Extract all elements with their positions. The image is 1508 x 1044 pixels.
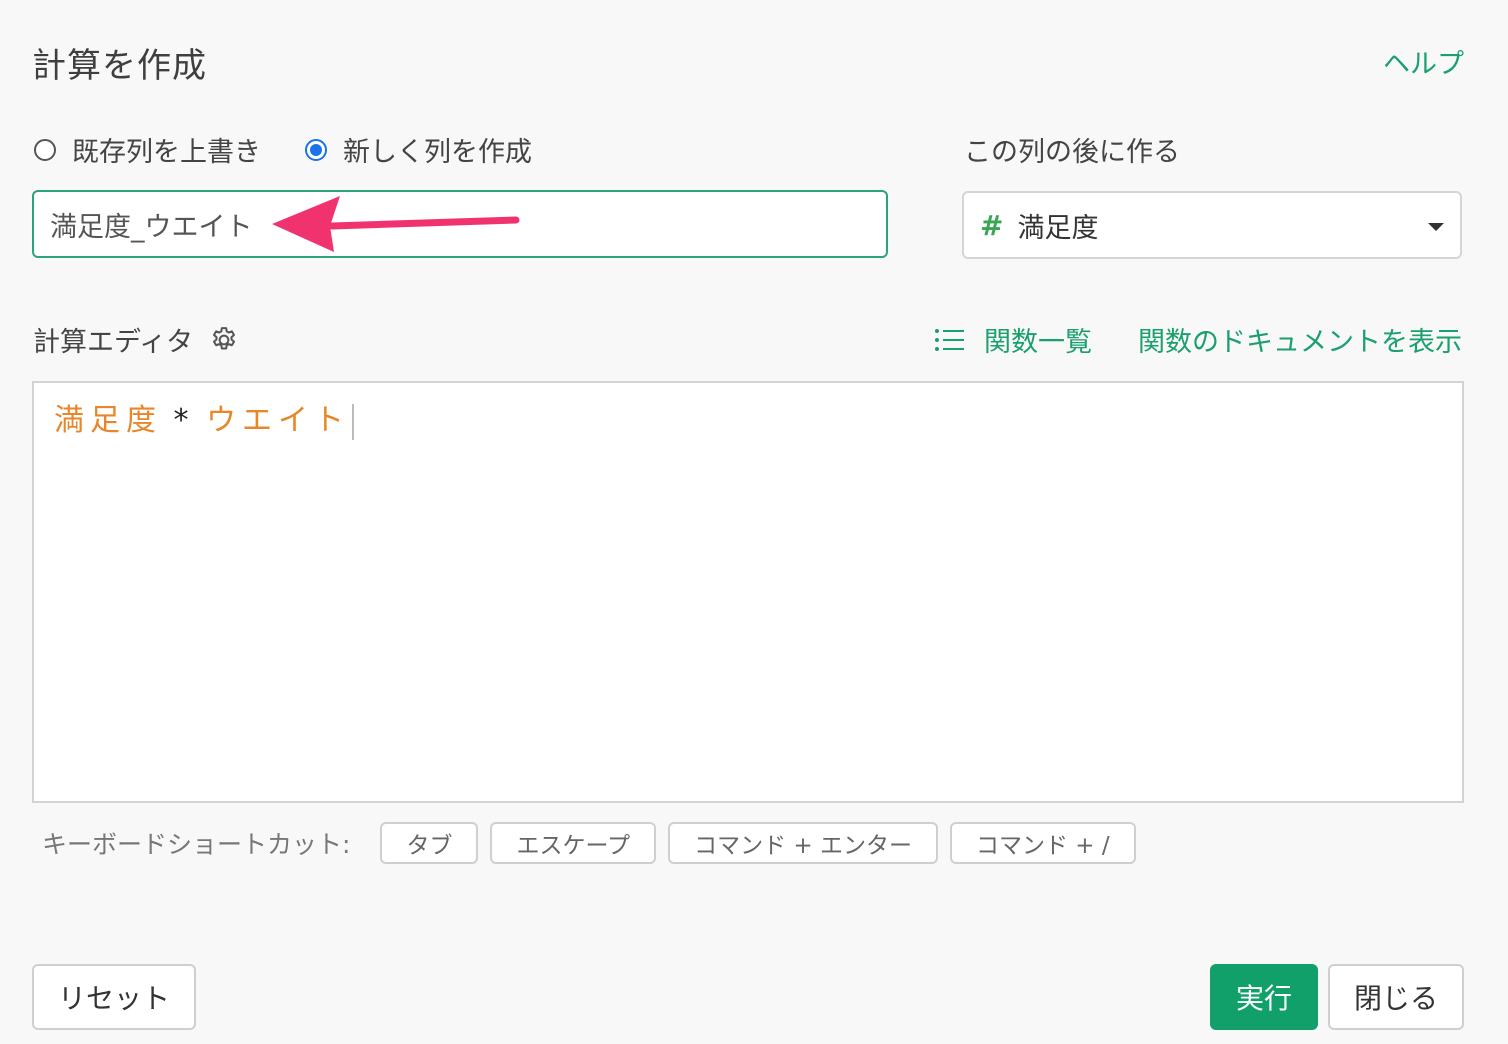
- position-select[interactable]: # 満足度: [962, 191, 1462, 259]
- radio-create-new[interactable]: 新しく列を作成: [305, 130, 532, 169]
- calculation-editor[interactable]: 満足度 * ウエイト: [32, 381, 1464, 803]
- column-token: 満足度: [54, 403, 162, 438]
- shortcut-key-escape: エスケープ: [490, 822, 657, 864]
- shortcuts-label: キーボードショートカット:: [42, 830, 351, 859]
- caret-down-icon: [1428, 223, 1444, 231]
- radio-create-new-label: 新しく列を作成: [343, 137, 532, 168]
- hash-icon: #: [980, 208, 1004, 242]
- close-button[interactable]: 閉じる: [1328, 964, 1464, 1030]
- position-select-value: 満足度: [1017, 212, 1099, 244]
- annotation-arrow-icon: [272, 196, 520, 252]
- run-button[interactable]: 実行: [1210, 964, 1318, 1030]
- function-list-link[interactable]: 関数一覧: [934, 320, 1092, 359]
- radio-create-new-circle[interactable]: [305, 138, 327, 161]
- text-cursor: [352, 403, 355, 440]
- shortcut-key-cmd-slash: コマンド + /: [949, 822, 1136, 864]
- reset-button[interactable]: リセット: [32, 964, 196, 1030]
- function-list-label: 関数一覧: [984, 327, 1092, 358]
- editor-label: 計算エディタ: [33, 327, 194, 358]
- function-docs-link[interactable]: 関数のドキュメントを表示: [1138, 320, 1462, 359]
- shortcut-key-tab: タブ: [380, 822, 479, 864]
- position-label: この列の後に作る: [964, 137, 1180, 168]
- keyboard-shortcuts: キーボードショートカット: タブ エスケープ コマンド + エンター コマンド …: [42, 822, 1148, 864]
- shortcut-key-cmd-enter: コマンド + エンター: [668, 822, 938, 864]
- list-icon: [935, 328, 964, 351]
- radio-overwrite[interactable]: 既存列を上書き: [34, 130, 261, 169]
- gear-icon[interactable]: [209, 325, 239, 355]
- help-link[interactable]: ヘルプ: [1383, 42, 1464, 81]
- radio-overwrite-circle[interactable]: [34, 138, 56, 161]
- editor-header: 計算エディタ: [33, 320, 239, 359]
- operator-token: *: [172, 403, 197, 438]
- dialog-title: 計算を作成: [32, 46, 207, 86]
- mode-radio-group: 既存列を上書き 新しく列を作成: [34, 130, 576, 169]
- column-token: ウエイト: [206, 403, 351, 438]
- radio-overwrite-label: 既存列を上書き: [72, 137, 261, 168]
